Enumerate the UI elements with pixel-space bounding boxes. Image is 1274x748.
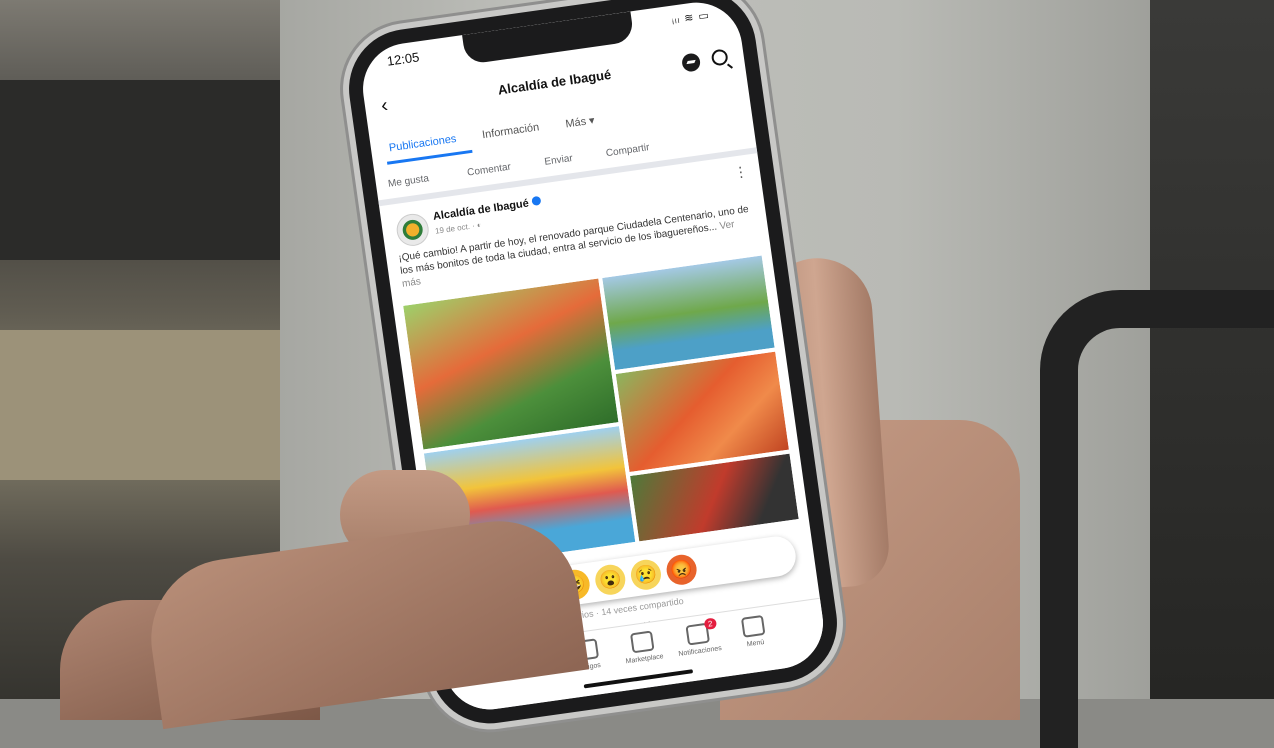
post-author[interactable]: Alcaldía de Ibagué (432, 195, 542, 223)
tab-informacion[interactable]: Información (481, 121, 540, 141)
nav-notifications[interactable]: 2 Notificaciones (669, 617, 729, 658)
share-button[interactable]: Compartir (605, 142, 650, 159)
phone-notch (462, 11, 635, 65)
nav-menu[interactable]: Menú (724, 613, 784, 651)
marketplace-icon (629, 630, 655, 654)
comment-button[interactable]: Comentar (467, 162, 512, 179)
nav-label: Notificaciones (678, 644, 723, 658)
tab-mas[interactable]: Más ▾ (565, 114, 596, 131)
reaction-angry[interactable]: 😡 (664, 552, 699, 587)
nav-label: Marketplace (625, 653, 665, 666)
reaction-wow[interactable]: 😮 (593, 562, 628, 597)
photo-family-playground[interactable] (400, 276, 621, 452)
background-chair (1040, 290, 1274, 748)
nav-label: Menú (746, 638, 765, 649)
verified-icon (530, 195, 542, 207)
like-button[interactable]: Me gusta (387, 173, 429, 190)
status-time: 12:05 (385, 49, 421, 69)
menu-icon (740, 614, 766, 638)
background-cabinet (0, 330, 300, 480)
background-dark-shelf (0, 80, 290, 260)
nav-marketplace[interactable]: Marketplace (613, 628, 673, 666)
more-options-icon[interactable]: ⋮ (733, 163, 749, 182)
post-date: 19 de oct. · ◐ (434, 220, 483, 236)
home-indicator (583, 669, 694, 689)
reaction-sad[interactable]: 😢 (629, 557, 663, 592)
tab-publicaciones[interactable]: Publicaciones (388, 133, 457, 154)
avatar[interactable] (394, 211, 431, 248)
post-author-name: Alcaldía de Ibagué (432, 197, 530, 223)
status-icons: ᵢₗₗ ≋ ▭ (671, 9, 711, 27)
send-button[interactable]: Enviar (544, 153, 574, 168)
